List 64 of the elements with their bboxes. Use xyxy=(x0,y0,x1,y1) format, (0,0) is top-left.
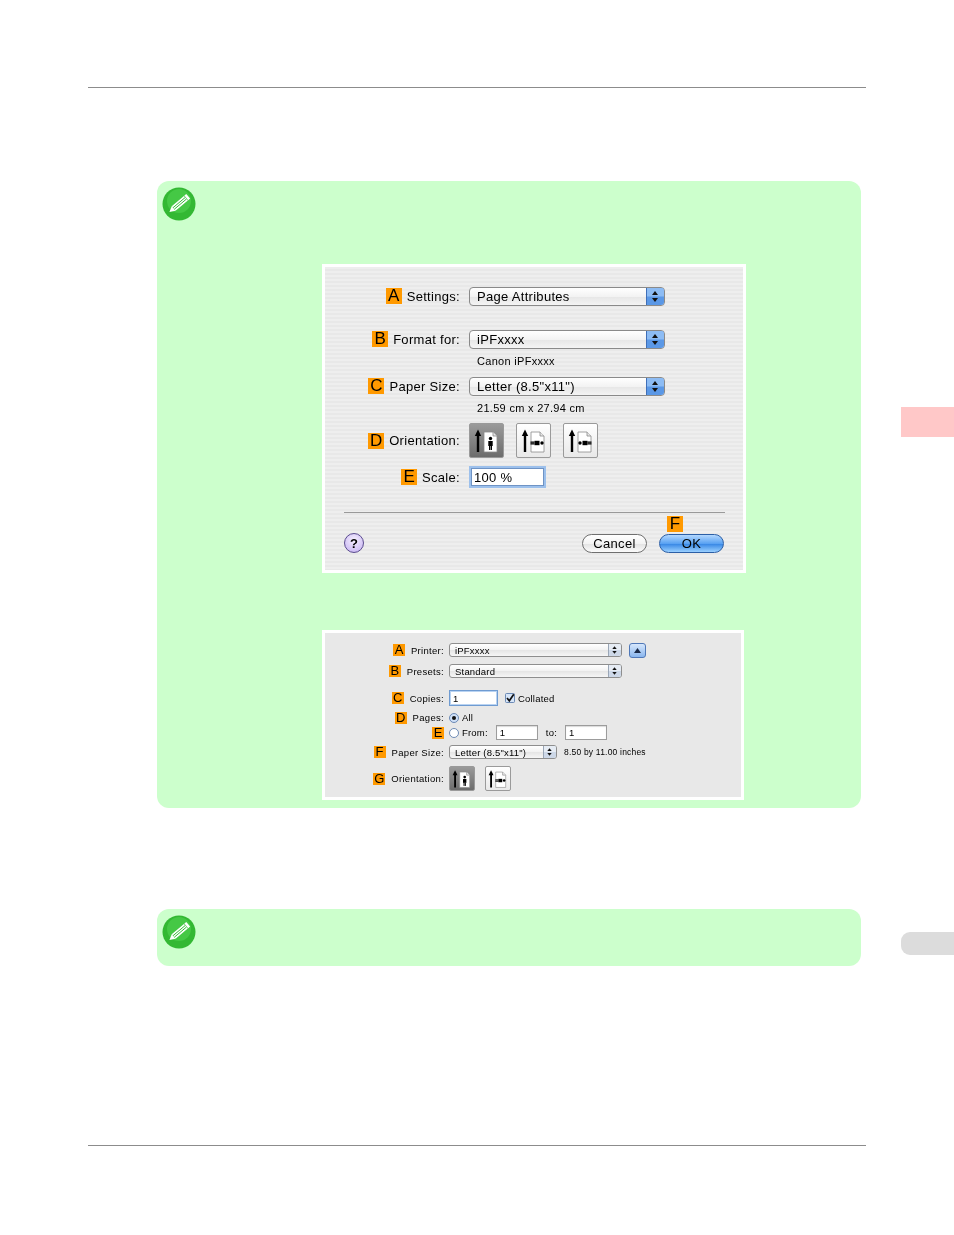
letter-marker: F xyxy=(373,746,386,758)
scale-field[interactable]: 100 % xyxy=(469,466,546,488)
field-label: Format for: xyxy=(393,331,460,347)
caption-text: Canon iPFxxxx xyxy=(477,355,555,367)
field-label: Paper Size: xyxy=(391,746,444,758)
updown-arrows-icon xyxy=(646,377,664,395)
letter-marker: D xyxy=(368,432,385,449)
radio-button[interactable] xyxy=(449,712,459,723)
help-button[interactable]: ? xyxy=(344,533,364,553)
letter-marker: G xyxy=(373,772,386,785)
letter-marker: B xyxy=(388,665,401,677)
to-page-field[interactable]: 1 xyxy=(565,725,607,740)
orientation-button[interactable] xyxy=(516,423,551,458)
updown-arrows-icon xyxy=(646,330,664,348)
letter-marker: C xyxy=(368,378,385,394)
letter-marker: D xyxy=(394,711,407,724)
field-label: Orientation: xyxy=(389,433,460,448)
updown-arrows-icon xyxy=(608,644,621,656)
updown-arrows-icon xyxy=(608,665,621,677)
updown-arrows-icon xyxy=(646,287,664,305)
popup-menu[interactable]: Letter (8.5"x11") xyxy=(469,376,665,396)
default-button[interactable]: OK xyxy=(659,534,724,553)
caption-text: 21.59 cm x 27.94 cm xyxy=(477,402,585,414)
up-triangle-icon xyxy=(634,647,641,653)
landscape-page-icon xyxy=(488,768,508,789)
letter-marker: F xyxy=(667,516,683,532)
checkbox[interactable] xyxy=(505,693,515,703)
popup-menu[interactable]: Standard xyxy=(449,664,622,678)
letter-marker: B xyxy=(372,331,389,347)
orientation-button[interactable] xyxy=(563,423,598,458)
field-label: Settings: xyxy=(406,288,460,304)
field-label: Paper Size: xyxy=(389,378,460,394)
checkbox-label: Collated xyxy=(518,692,555,704)
radio-button[interactable] xyxy=(449,727,459,738)
letter-marker: E xyxy=(401,469,418,485)
updown-arrows-icon xyxy=(543,746,556,758)
radio-label: All xyxy=(462,712,474,723)
copies-field[interactable]: 1 xyxy=(449,690,498,706)
orientation-button[interactable] xyxy=(469,423,504,458)
field-label: Presets: xyxy=(406,665,444,677)
letter-marker: A xyxy=(385,288,402,304)
orientation-button[interactable] xyxy=(449,766,475,791)
disclosure-button[interactable] xyxy=(629,642,646,658)
portrait-page-icon xyxy=(452,768,472,789)
field-label: Scale: xyxy=(422,469,460,485)
from-page-field[interactable]: 1 xyxy=(495,725,538,740)
letter-marker: E xyxy=(432,726,444,739)
popup-menu[interactable]: Letter (8.5"x11") xyxy=(449,745,557,759)
popup-menu[interactable]: Page Attributes xyxy=(469,286,665,306)
letter-marker: C xyxy=(391,692,404,704)
field-label: Pages: xyxy=(412,712,444,723)
push-button[interactable]: Cancel xyxy=(582,534,647,553)
field-label: Printer: xyxy=(410,644,444,656)
caption-text: 8.50 by 11.00 inches xyxy=(564,747,646,757)
field-label: Copies: xyxy=(409,692,444,704)
pencil-icon xyxy=(162,915,196,949)
radio-label: From: xyxy=(462,727,488,738)
field-label: Orientation: xyxy=(391,773,444,784)
popup-menu[interactable]: iPFxxxx xyxy=(469,329,665,349)
field-label: to: xyxy=(545,727,557,738)
letter-marker: A xyxy=(392,644,405,656)
pencil-icon xyxy=(162,187,196,221)
popup-menu[interactable]: iPFxxxx xyxy=(449,643,622,657)
orientation-button[interactable] xyxy=(485,766,511,791)
